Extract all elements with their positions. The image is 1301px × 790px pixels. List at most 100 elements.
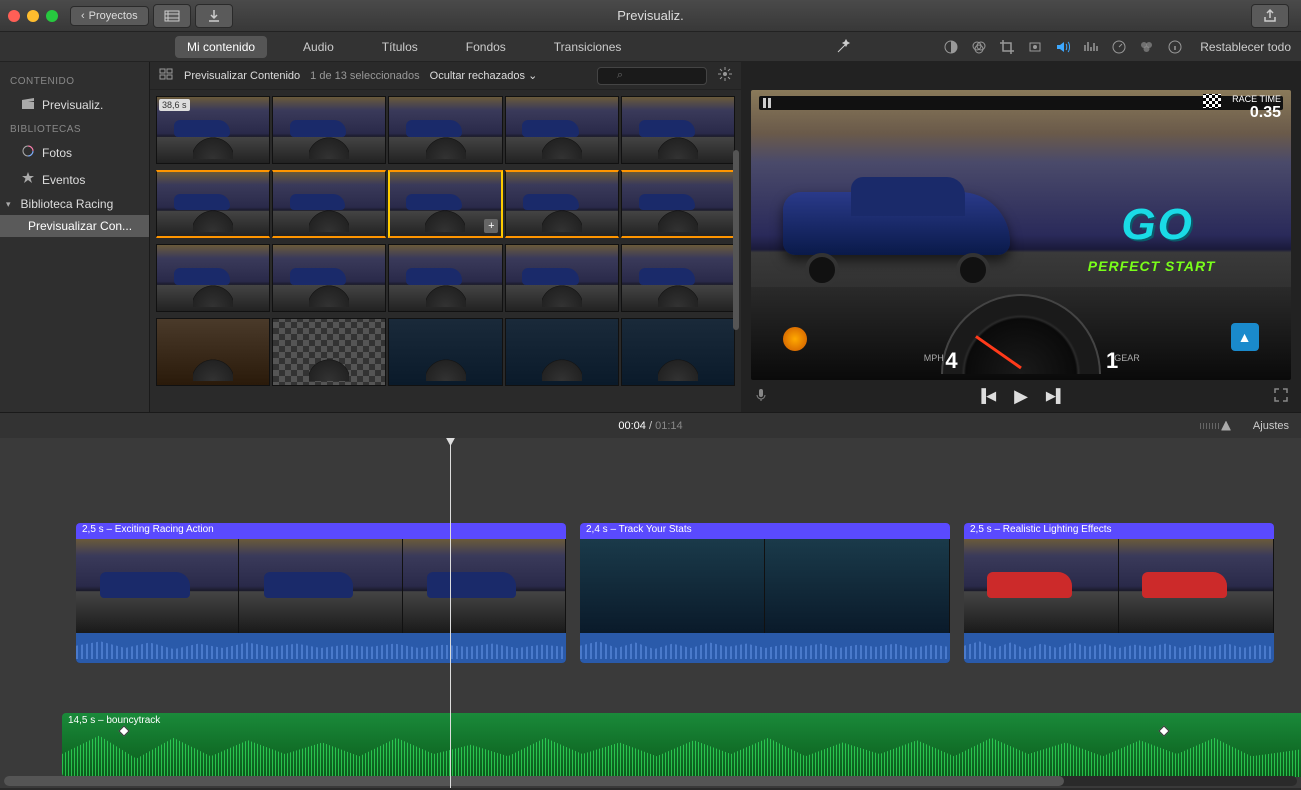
minimize-window-button[interactable] bbox=[27, 10, 39, 22]
timeline-settings-button[interactable]: Ajustes bbox=[1253, 420, 1289, 432]
hide-rejected-dropdown[interactable]: Ocultar rechazados ⌄ bbox=[430, 69, 538, 82]
timeline-scrollbar[interactable] bbox=[4, 776, 1297, 786]
voiceover-icon[interactable] bbox=[753, 387, 769, 406]
tab-audio[interactable]: Audio bbox=[291, 36, 346, 58]
sidebar-item-events[interactable]: Eventos bbox=[0, 166, 149, 193]
color-balance-icon[interactable] bbox=[942, 38, 960, 56]
search-icon: ⌕ bbox=[617, 69, 623, 82]
timecode: 00:04 / 01:14 bbox=[618, 420, 682, 432]
color-correction-icon[interactable] bbox=[970, 38, 988, 56]
filter-icon[interactable] bbox=[1138, 38, 1156, 56]
clip-thumbnail[interactable] bbox=[388, 318, 502, 386]
sidebar-libraries-header: BIBLIOTECAS bbox=[0, 118, 149, 139]
clip-label: 2,5 s – Realistic Lighting Effects bbox=[964, 523, 1274, 539]
clip-thumbnail[interactable] bbox=[505, 318, 619, 386]
next-button[interactable]: ▶▌ bbox=[1046, 388, 1065, 404]
clip-thumbnail[interactable] bbox=[272, 96, 386, 164]
inspector-toolbar: Restablecer todo bbox=[834, 38, 1291, 56]
stabilize-icon[interactable] bbox=[1026, 38, 1044, 56]
window-title: Previsualiz. bbox=[617, 8, 683, 23]
sidebar-item-preview-content[interactable]: Previsualizar Con... bbox=[0, 215, 149, 237]
pause-icon bbox=[763, 98, 773, 108]
clip-thumbnail-selected[interactable]: + bbox=[388, 170, 504, 238]
clip-thumbnail[interactable] bbox=[156, 170, 270, 238]
clip-thumbnail[interactable] bbox=[621, 318, 735, 386]
clip-thumbnail[interactable] bbox=[272, 170, 386, 238]
clip-thumbnail[interactable] bbox=[156, 318, 270, 386]
prev-button[interactable]: ▐◀ bbox=[977, 388, 996, 404]
clip-thumbnail[interactable] bbox=[505, 96, 619, 164]
sidebar-item-preview[interactable]: Previsualiz. bbox=[0, 91, 149, 118]
clip-grid[interactable]: 38,6 s + bbox=[150, 90, 741, 412]
crop-icon[interactable] bbox=[998, 38, 1016, 56]
clip-thumbnail[interactable]: 38,6 s bbox=[156, 96, 270, 164]
sidebar-item-photos[interactable]: Fotos bbox=[0, 139, 149, 166]
info-icon[interactable] bbox=[1166, 38, 1184, 56]
preview-screen[interactable]: RACE TIME0.35 GO PERFECT START MPH GEAR … bbox=[751, 90, 1291, 380]
tab-my-content[interactable]: Mi contenido bbox=[175, 36, 267, 58]
sidebar-item-racing-library[interactable]: Biblioteca Racing bbox=[0, 193, 149, 215]
star-icon bbox=[20, 170, 36, 189]
clip-thumbnail[interactable] bbox=[388, 244, 502, 312]
preview-viewer: RACE TIME0.35 GO PERFECT START MPH GEAR … bbox=[741, 62, 1301, 412]
clip-thumbnail[interactable] bbox=[272, 318, 386, 386]
photos-icon bbox=[20, 143, 36, 162]
close-window-button[interactable] bbox=[8, 10, 20, 22]
window-controls bbox=[8, 10, 58, 22]
fullscreen-icon[interactable] bbox=[1273, 387, 1289, 406]
video-track: 2,5 s – Exciting Racing Action 2,4 s – T… bbox=[76, 523, 1289, 663]
play-button[interactable]: ▶ bbox=[1014, 386, 1028, 407]
audio-track[interactable]: 14,5 s – bouncytrack bbox=[62, 713, 1301, 777]
clip-audio-waveform bbox=[580, 633, 950, 663]
import-button[interactable] bbox=[195, 4, 233, 28]
scrollbar-thumb[interactable] bbox=[4, 776, 1064, 786]
reset-all-button[interactable]: Restablecer todo bbox=[1200, 40, 1291, 54]
clip-audio-waveform bbox=[964, 633, 1274, 663]
clip-audio-waveform bbox=[76, 633, 566, 663]
timeline-clip[interactable]: 2,5 s – Realistic Lighting Effects bbox=[964, 523, 1274, 663]
speed-icon[interactable] bbox=[1110, 38, 1128, 56]
search-input[interactable] bbox=[597, 67, 707, 85]
browser-header: Previsualizar Contenido 1 de 13 seleccio… bbox=[150, 62, 741, 90]
tab-transitions[interactable]: Transiciones bbox=[542, 36, 634, 58]
clip-thumbnail[interactable] bbox=[621, 96, 735, 164]
timeline[interactable]: 2,5 s – Exciting Racing Action 2,4 s – T… bbox=[0, 438, 1301, 788]
clapperboard-icon bbox=[20, 95, 36, 114]
browser-title[interactable]: Previsualizar Contenido bbox=[184, 70, 300, 82]
list-view-icon[interactable] bbox=[158, 66, 174, 85]
magic-wand-icon[interactable] bbox=[834, 38, 852, 56]
timeline-clip[interactable]: 2,4 s – Track Your Stats bbox=[580, 523, 950, 663]
race-time: RACE TIME0.35 bbox=[1232, 94, 1281, 122]
sidebar: CONTENIDO Previsualiz. BIBLIOTECAS Fotos… bbox=[0, 62, 150, 412]
back-projects-button[interactable]: ‹ Proyectos bbox=[70, 6, 149, 26]
clip-thumbnail[interactable] bbox=[272, 244, 386, 312]
audio-waveform bbox=[62, 731, 1301, 777]
selection-count: 1 de 13 seleccionados bbox=[310, 70, 419, 82]
timeline-clip[interactable]: 2,5 s – Exciting Racing Action bbox=[76, 523, 566, 663]
volume-icon[interactable] bbox=[1054, 38, 1072, 56]
media-library-button[interactable] bbox=[153, 4, 191, 28]
clip-thumbnail[interactable] bbox=[388, 96, 502, 164]
shift-button bbox=[1231, 323, 1259, 351]
perfect-start-text: PERFECT START bbox=[1088, 258, 1216, 274]
playhead[interactable] bbox=[450, 438, 451, 788]
browser-scrollbar[interactable] bbox=[733, 150, 739, 330]
clip-thumbnail[interactable] bbox=[621, 244, 735, 312]
zoom-knob[interactable] bbox=[1221, 421, 1231, 431]
clip-label: 2,4 s – Track Your Stats bbox=[580, 523, 950, 539]
clip-thumbnail[interactable] bbox=[621, 170, 735, 238]
back-label: Proyectos bbox=[89, 10, 138, 22]
share-button[interactable] bbox=[1251, 4, 1289, 28]
playback-controls: ▐◀ ▶ ▶▌ bbox=[741, 380, 1301, 412]
settings-gear-icon[interactable] bbox=[717, 66, 733, 85]
timeline-header: 00:04 / 01:14 Ajustes bbox=[0, 412, 1301, 438]
zoom-slider[interactable] bbox=[1200, 421, 1231, 431]
clip-thumbnail[interactable] bbox=[505, 244, 619, 312]
tab-titles[interactable]: Títulos bbox=[370, 36, 430, 58]
clip-thumbnail[interactable] bbox=[505, 170, 619, 238]
fullscreen-window-button[interactable] bbox=[46, 10, 58, 22]
noise-reduction-icon[interactable] bbox=[1082, 38, 1100, 56]
clip-thumbnail[interactable] bbox=[156, 244, 270, 312]
tab-backgrounds[interactable]: Fondos bbox=[454, 36, 518, 58]
add-clip-icon[interactable]: + bbox=[484, 219, 498, 233]
